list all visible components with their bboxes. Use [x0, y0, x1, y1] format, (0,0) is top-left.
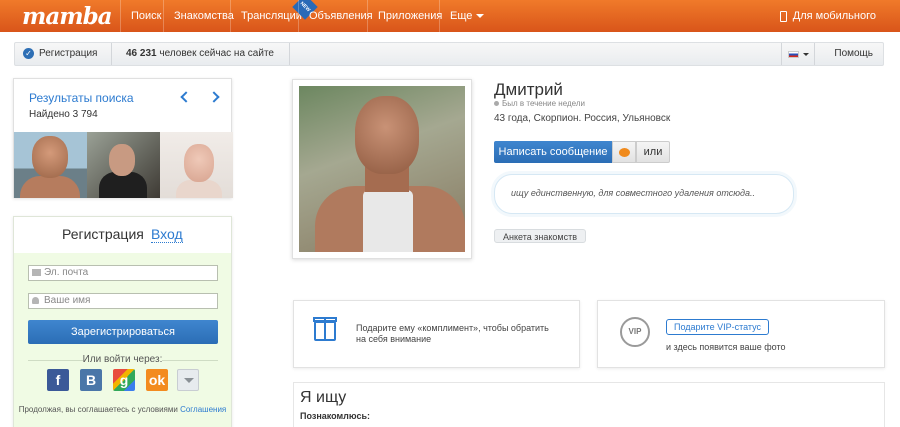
search-results-panel: Результаты поиска Найдено 3 794 — [13, 78, 233, 198]
search-results-count: Найдено 3 794 — [29, 109, 98, 120]
profile-info: 43 года, Скорпион. Россия, Ульяновск — [494, 113, 671, 124]
vkontakte-icon[interactable]: B — [80, 369, 102, 391]
check-icon: ✓ — [23, 47, 34, 59]
phone-icon — [779, 10, 787, 22]
write-message-button[interactable]: Написать сообщение — [494, 141, 612, 163]
status-cloud: ищу единственную, для совместного удален… — [494, 174, 794, 214]
registration-label: Регистрация — [39, 48, 98, 59]
terms-notice: Продолжая, вы соглашаетесь с условиями С… — [14, 405, 231, 414]
registration-link[interactable]: ✓ Регистрация — [23, 43, 97, 65]
name-field[interactable]: Ваше имя — [28, 293, 218, 309]
offline-dot-icon — [494, 101, 499, 107]
result-thumbnail[interactable] — [14, 132, 87, 198]
vip-card: VIP Подарите VIP-статус и здесь появится… — [597, 300, 885, 368]
tab-registration[interactable]: Регистрация — [62, 226, 144, 242]
email-placeholder: Эл. почта — [44, 267, 89, 278]
dating-profile-badge[interactable]: Анкета знакомств — [494, 229, 586, 243]
looking-for-section: Я ищу Познакомлюсь: — [293, 382, 885, 427]
profile-name: Дмитрий — [494, 80, 563, 99]
profile-photo[interactable] — [299, 86, 465, 252]
last-seen: Был в течение недели — [494, 99, 585, 108]
nav-more-label: Еще — [450, 10, 473, 22]
chevron-right-icon[interactable] — [208, 91, 220, 103]
tab-login[interactable]: Вход — [151, 226, 183, 243]
gift-vip-button[interactable]: Подарите VIP-статус — [666, 319, 770, 335]
user-icon — [32, 297, 39, 304]
online-count: 46 231 — [126, 48, 157, 59]
mobile-label: Для мобильного — [792, 10, 876, 22]
nav-more[interactable]: Еще — [439, 0, 494, 32]
terms-link[interactable]: Соглашения — [180, 405, 226, 414]
russia-flag-icon — [788, 51, 799, 58]
chevron-down-icon — [184, 378, 194, 383]
gift-icon — [313, 317, 337, 341]
name-placeholder: Ваше имя — [44, 295, 91, 306]
envelope-icon — [32, 269, 41, 276]
terms-prefix: Продолжая, вы соглашаетесь с условиями — [18, 405, 178, 414]
page: mamba Поиск Знакомства Трансляции NEW Об… — [0, 0, 900, 427]
registration-panel: Регистрация Вход Эл. почта Ваше имя Заре… — [13, 216, 232, 427]
nav-broadcasts-label: Трансляции — [241, 10, 302, 22]
registration-tabs: Регистрация Вход — [14, 217, 231, 253]
sun-icon — [619, 148, 630, 157]
register-button[interactable]: Зарегистрироваться — [28, 320, 218, 344]
language-selector[interactable] — [781, 43, 815, 65]
chevron-down-icon — [476, 14, 485, 19]
status-bar: ✓ Регистрация 46 231 человек сейчас на са… — [14, 42, 884, 66]
mobile-link[interactable]: Для мобильного — [779, 0, 876, 32]
vip-badge-icon: VIP — [620, 317, 650, 347]
email-field[interactable]: Эл. почта — [28, 265, 218, 281]
profile-photo-frame[interactable] — [292, 79, 472, 259]
or-dropdown-button[interactable]: или — [636, 141, 670, 163]
compliment-text: Подарите ему «комплимент», чтобы обратит… — [356, 323, 549, 344]
chevron-left-icon[interactable] — [180, 91, 192, 103]
gift-button[interactable] — [612, 141, 636, 163]
google-icon[interactable]: g — [113, 369, 135, 391]
last-seen-text: Был в течение недели — [502, 99, 585, 108]
looking-for-subtitle: Познакомлюсь: — [300, 411, 371, 421]
help-link[interactable]: Помощь — [834, 43, 873, 65]
vip-text: и здесь появится ваше фото — [666, 342, 786, 352]
result-thumbnail[interactable] — [87, 132, 160, 198]
status-text: ищу единственную, для совместного удален… — [511, 188, 755, 198]
odnoklassniki-icon[interactable]: ok — [146, 369, 168, 391]
online-counter: 46 231 человек сейчас на сайте — [111, 43, 290, 65]
chevron-down-icon — [803, 53, 809, 56]
facebook-icon[interactable]: f — [47, 369, 69, 391]
online-text: человек сейчас на сайте — [159, 48, 274, 59]
compliment-card[interactable]: Подарите ему «комплимент», чтобы обратит… — [293, 300, 580, 368]
search-results-title[interactable]: Результаты поиска — [29, 91, 134, 105]
result-thumbnail[interactable] — [160, 132, 233, 198]
mamba-logo[interactable]: mamba — [22, 3, 113, 30]
registration-form: Эл. почта Ваше имя Зарегистрироваться Ил… — [14, 253, 231, 427]
more-social-button[interactable] — [177, 369, 199, 391]
top-navigation: mamba Поиск Знакомства Трансляции NEW Об… — [0, 0, 900, 32]
looking-for-title: Я ищу — [300, 389, 347, 406]
